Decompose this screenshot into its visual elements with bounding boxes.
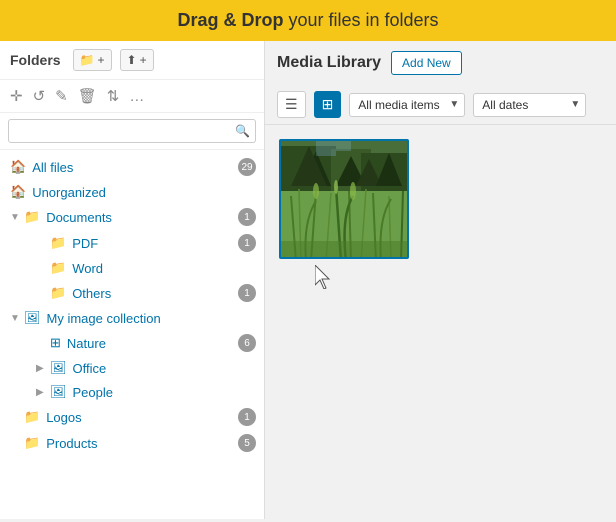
tree-item-documents[interactable]: ▼ 📁 Documents 1 (0, 204, 264, 230)
media-title: Media Library (277, 54, 381, 72)
refresh-icon[interactable]: ↺ (31, 85, 48, 107)
word-label: Word (72, 261, 103, 276)
right-panel: Media Library Add New ☰ ⊞ All media item… (265, 41, 616, 519)
tree-item-products[interactable]: 📁 Products 5 (0, 430, 264, 456)
products-folder-icon: 📁 (24, 435, 40, 451)
pdf-folder-icon: 📁 (50, 235, 66, 251)
nature-label: Nature (67, 336, 106, 351)
folder-plus-icon: 📁 (80, 53, 95, 67)
banner-rest: your files in folders (283, 10, 438, 30)
search-input[interactable] (8, 119, 256, 143)
upload-button[interactable]: ⬆ + (120, 49, 154, 71)
documents-expand-icon: ▼ (10, 212, 24, 223)
documents-label: Documents (46, 210, 112, 225)
logos-badge: 1 (238, 408, 256, 426)
pdf-badge: 1 (238, 234, 256, 252)
pdf-label: PDF (72, 236, 98, 251)
grass-svg (281, 141, 409, 259)
documents-badge: 1 (238, 208, 256, 226)
media-content-area (265, 125, 616, 519)
documents-folder-icon: 📁 (24, 209, 40, 225)
people-label: People (73, 385, 113, 400)
search-row: 🔍 (0, 113, 264, 150)
unorganized-label: Unorganized (32, 185, 106, 200)
date-filter-wrap: All dates January 2024 February 2024 ▼ (473, 93, 586, 117)
tree-item-logos[interactable]: 📁 Logos 1 (0, 404, 264, 430)
tree-item-all-files[interactable]: 🏠 All files 29 (0, 154, 264, 180)
media-toolbar: ☰ ⊞ All media items Images Audio Video D… (265, 85, 616, 125)
banner-bold: Drag & Drop (177, 10, 283, 30)
search-icon: 🔍 (235, 124, 250, 138)
move-icon[interactable]: ✛ (8, 85, 25, 107)
image-collection-label: My image collection (47, 311, 161, 326)
grid-view-button[interactable]: ⊞ (314, 91, 342, 118)
others-label: Others (72, 286, 111, 301)
date-select[interactable]: All dates January 2024 February 2024 (473, 93, 586, 117)
folders-title: Folders (10, 52, 61, 68)
people-folder-icon: 🖼 (50, 384, 67, 400)
toolbar-row: ✛ ↺ ✎ 🗑 ⇅ … (0, 80, 264, 113)
others-folder-icon: 📁 (50, 285, 66, 301)
logos-folder-icon: 📁 (24, 409, 40, 425)
edit-icon[interactable]: ✎ (53, 85, 70, 107)
add-new-button[interactable]: Add New (391, 51, 462, 75)
media-header: Media Library Add New (265, 41, 616, 85)
products-label: Products (46, 436, 97, 451)
folder-tree: 🏠 All files 29 🏠 Unorganized ▼ 📁 Documen… (0, 150, 264, 519)
new-folder-button[interactable]: 📁 + (73, 49, 112, 71)
image-collection-folder-icon: 🖼 (24, 310, 41, 326)
word-folder-icon: 📁 (50, 260, 66, 276)
media-type-select[interactable]: All media items Images Audio Video Docum… (349, 93, 465, 117)
media-thumbnail-grass[interactable] (279, 139, 409, 259)
all-files-label: All files (32, 160, 73, 175)
products-badge: 5 (238, 434, 256, 452)
list-view-button[interactable]: ☰ (277, 91, 306, 118)
home-icon: 🏠 (10, 159, 26, 175)
tree-item-word[interactable]: 📁 Word (0, 256, 264, 280)
tree-item-others[interactable]: 📁 Others 1 (0, 280, 264, 306)
others-badge: 1 (238, 284, 256, 302)
tree-item-office[interactable]: ▶ 🖼 Office (0, 356, 264, 380)
tree-item-pdf[interactable]: 📁 PDF 1 (0, 230, 264, 256)
media-grid (265, 125, 616, 273)
office-expand-icon: ▶ (36, 363, 50, 374)
all-files-badge: 29 (238, 158, 256, 176)
nature-folder-icon: ⊞ (50, 335, 61, 351)
upload-icon: ⬆ (127, 53, 137, 67)
folders-header: Folders 📁 + ⬆ + (0, 41, 264, 80)
tree-item-nature[interactable]: ⊞ Nature 6 (0, 330, 264, 356)
sort-icon[interactable]: ⇅ (105, 85, 122, 107)
office-label: Office (73, 361, 107, 376)
logos-label: Logos (46, 410, 81, 425)
home-icon-2: 🏠 (10, 184, 26, 200)
people-expand-icon: ▶ (36, 387, 50, 398)
office-folder-icon: 🖼 (50, 360, 67, 376)
top-banner: Drag & Drop your files in folders (0, 0, 616, 41)
media-type-filter-wrap: All media items Images Audio Video Docum… (349, 93, 465, 117)
left-panel: Folders 📁 + ⬆ + ✛ ↺ ✎ 🗑 ⇅ … 🔍 (0, 41, 265, 519)
more-icon[interactable]: … (127, 86, 146, 107)
delete-icon[interactable]: 🗑 (76, 85, 99, 107)
tree-item-people[interactable]: ▶ 🖼 People (0, 380, 264, 404)
tree-item-unorganized[interactable]: 🏠 Unorganized (0, 180, 264, 204)
search-wrap: 🔍 (8, 119, 256, 143)
tree-item-my-image-collection[interactable]: ▼ 🖼 My image collection (0, 306, 264, 330)
nature-badge: 6 (238, 334, 256, 352)
main-layout: Folders 📁 + ⬆ + ✛ ↺ ✎ 🗑 ⇅ … 🔍 (0, 41, 616, 519)
image-collection-expand-icon: ▼ (10, 313, 24, 324)
